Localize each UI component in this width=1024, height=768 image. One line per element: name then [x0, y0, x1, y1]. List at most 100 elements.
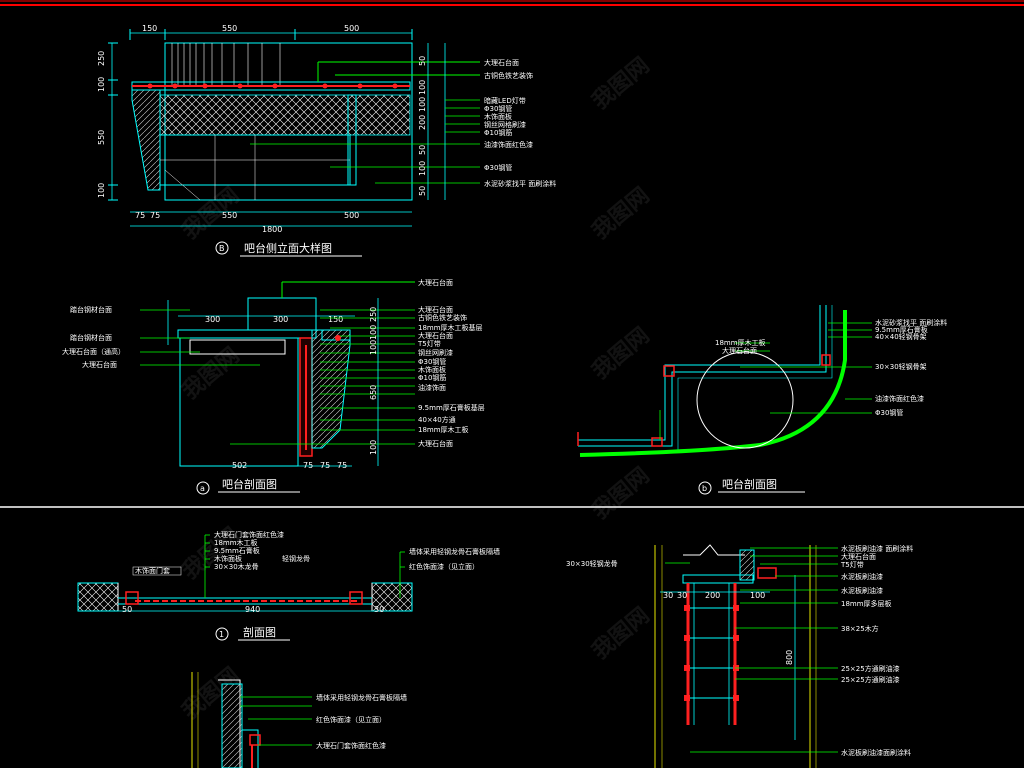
dim-text: 75 — [135, 211, 145, 220]
label: 踏台钢材台面 — [70, 333, 112, 342]
dim-text: 75 — [337, 461, 347, 470]
watermark-group: 我图网 我图网 我图网 我图网 我图网 我图网 我图网 我图网 我图网 — [178, 53, 655, 725]
dim-text: 50 — [122, 605, 132, 614]
label: 油漆饰面红色漆 — [484, 140, 533, 149]
label: 木饰面板 — [484, 112, 512, 121]
dim-text: 800 — [785, 650, 794, 665]
label: 油漆饰面 — [418, 383, 446, 392]
label: 大理石台面 — [841, 552, 876, 561]
label: 木饰面板 — [214, 554, 242, 563]
label: 木饰面门套 — [135, 566, 170, 575]
label: 9.5mm石膏板 — [214, 546, 260, 555]
dim-text: 100 — [418, 97, 427, 112]
dim-text: 150 — [142, 24, 157, 33]
view-1-labels: 大理石门套饰面红色漆 18mm木工板 9.5mm石膏板 木饰面板 轻钢龙骨 30… — [214, 530, 500, 571]
label: 18mm厚木工板 — [715, 338, 766, 347]
view-title: 吧台剖面图 — [222, 477, 277, 491]
label: 水泥板刷油漆 — [841, 572, 883, 581]
dim-text: 100 — [97, 183, 106, 198]
cad-drawing-canvas: 我图网 我图网 我图网 我图网 我图网 我图网 我图网 我图网 我图网 150 … — [0, 0, 1024, 768]
label: 9.5mm厚石膏板基层 — [418, 403, 485, 412]
label: 大理石门套饰面红色漆 — [316, 741, 386, 750]
dim-text: 30 — [374, 605, 384, 614]
dim-text: 550 — [222, 24, 237, 33]
dim-text: 500 — [344, 211, 359, 220]
view-ladder-section: 30 30 200 100 800 — [654, 544, 838, 768]
dim-text: 100 — [369, 440, 378, 455]
dim-text: 502 — [232, 461, 247, 470]
dim-text: 100 — [369, 325, 378, 340]
label: 暗藏LED灯带 — [484, 96, 526, 105]
view-marker: B — [219, 244, 225, 253]
dim-text: 500 — [344, 24, 359, 33]
label: 古铜色铁艺装饰 — [418, 313, 467, 322]
label: 大理石台面（通高） — [62, 347, 125, 356]
view-b-labels: 大理石台面 古铜色铁艺装饰 暗藏LED灯带 Φ30钢管 木饰面板 钢丝网格刷漆 … — [484, 58, 556, 188]
dim-text: 940 — [245, 605, 260, 614]
label: 红色饰面漆（见立面） — [316, 715, 386, 724]
label: 水泥板刷油漆面刷涂料 — [841, 748, 911, 757]
label: 25×25方通刷油漆 — [841, 664, 900, 673]
label: 大理石台面 — [418, 305, 453, 314]
view-a-labels: 踏台钢材台面 踏台钢材台面 大理石台面（通高） 大理石台面 大理石台面 大理石台… — [62, 278, 485, 448]
view-marker: a — [200, 484, 205, 493]
dim-text: 100 — [418, 80, 427, 95]
label: 木饰面板 — [418, 365, 446, 374]
label: 25×25方通刷油漆 — [841, 675, 900, 684]
label: 大理石台面 — [82, 360, 117, 369]
label: 40×40方通 — [418, 415, 456, 424]
dim-text: 250 — [369, 307, 378, 322]
watermark: 我图网 — [588, 53, 655, 115]
label: 轻钢龙骨 — [282, 554, 310, 563]
view-title: 吧台剖面图 — [722, 477, 777, 491]
label: 大理石门套饰面红色漆 — [214, 530, 284, 539]
label: 大理石台面 — [484, 58, 519, 67]
view-bottom-labels: 墙体采用轻钢龙骨石膏板隔墙 红色饰面漆（见立面） 大理石门套饰面红色漆 — [316, 693, 407, 750]
view-title: 吧台侧立面大样图 — [244, 241, 332, 255]
dim-text: 100 — [418, 161, 427, 176]
label: 38×25木方 — [841, 624, 879, 633]
dim-text: 150 — [328, 315, 343, 324]
label: 钢丝网刷漆 — [418, 348, 453, 357]
label: 18mm厚木工板基层 — [418, 323, 483, 332]
dim-text: 30 — [663, 591, 673, 600]
label: 踏台钢材台面 — [70, 305, 112, 314]
label: 钢丝网格刷漆 — [484, 120, 526, 129]
watermark: 我图网 — [588, 463, 655, 525]
dim-text: 100 — [97, 77, 106, 92]
label: 大理石台面 — [418, 278, 453, 287]
dim-text: 250 — [97, 51, 106, 66]
watermark: 我图网 — [588, 603, 655, 665]
dim-text: 75 — [303, 461, 313, 470]
label: 油漆饰面红色漆 — [875, 394, 924, 403]
label: 红色饰面漆（见立面） — [409, 562, 479, 571]
label: 18mm木工板 — [214, 538, 258, 547]
label: 大理石台面 — [418, 439, 453, 448]
drawing-frame-top — [0, 0, 1024, 6]
watermark: 我图网 — [588, 323, 655, 385]
label: 水泥板刷油漆 — [841, 586, 883, 595]
dim-text: 300 — [273, 315, 288, 324]
view-title: 剖面图 — [243, 625, 276, 639]
label: 30×30轻钢龙骨 — [566, 559, 618, 568]
dim-text: 75 — [150, 211, 160, 220]
label: 30×30木龙骨 — [214, 562, 259, 571]
label: Φ10钢筋 — [484, 128, 512, 137]
dim-text: 200 — [705, 591, 720, 600]
dim-text: 50 — [418, 186, 427, 196]
label: 30×30轻钢骨架 — [875, 362, 927, 371]
dim-text: 50 — [418, 56, 427, 66]
watermark: 我图网 — [588, 183, 655, 245]
label: 40×40轻钢骨架 — [875, 332, 927, 341]
label: 18mm厚木工板 — [418, 425, 469, 434]
label: Φ10钢筋 — [418, 373, 446, 382]
label: T5灯带 — [417, 339, 441, 348]
label: 墙体采用轻钢龙骨石膏板隔墙 — [409, 547, 500, 556]
label: Φ30钢管 — [875, 408, 903, 417]
view-b-elevation: 150 550 500 250 100 550 100 50 100 100 2… — [97, 24, 480, 257]
label: 水泥板刷油漆 面刷涂料 — [841, 544, 913, 553]
dim-text: 50 — [418, 145, 427, 155]
dim-text: 200 — [418, 115, 427, 130]
dim-text: 75 — [320, 461, 330, 470]
view-marker: 1 — [219, 630, 224, 639]
